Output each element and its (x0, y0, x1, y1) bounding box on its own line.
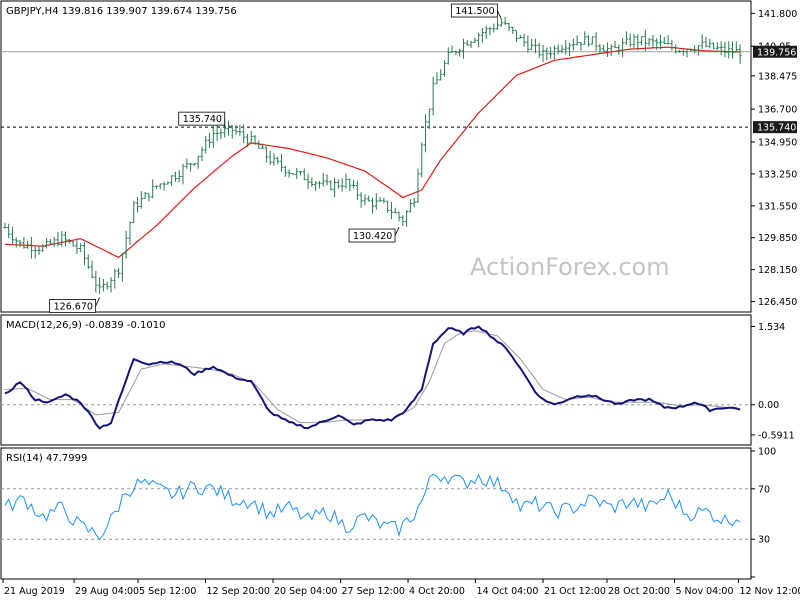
price-tick-label: 134.950 (758, 137, 797, 148)
rsi-tick-label: 70 (758, 484, 770, 495)
price-tick-label: 129.850 (758, 233, 797, 244)
price-tick-label: 133.250 (758, 169, 797, 180)
rsi-tick-label: 100 (758, 447, 776, 458)
macd-panel-label: MACD(12,26,9) -0.0839 -0.1010 (6, 320, 166, 331)
svg-text:135.740: 135.740 (183, 114, 222, 125)
rsi-tick-label: 30 (758, 535, 770, 546)
price-tick-label: 126.450 (758, 297, 797, 308)
price-annotation: 135.740 (178, 111, 226, 128)
x-tick-label: 21 Oct 12:00 (544, 586, 606, 597)
macd-tick-label: -0.5911 (758, 430, 795, 441)
x-tick-label: 20 Sep 04:00 (274, 586, 337, 597)
svg-text:139.756: 139.756 (757, 47, 796, 58)
svg-text:135.740: 135.740 (757, 123, 796, 134)
rsi-panel-label: RSI(14) 47.7999 (6, 453, 87, 464)
x-tick-label: 12 Sep 20:00 (207, 586, 270, 597)
svg-text:130.420: 130.420 (353, 231, 392, 242)
x-tick-label: 21 Aug 2019 (4, 586, 65, 597)
x-tick-label: 28 Oct 20:00 (608, 586, 670, 597)
macd-tick-label: 0.00 (758, 400, 779, 411)
x-tick-label: 12 Nov 12:00 (739, 586, 800, 597)
x-tick-label: 29 Aug 04:00 (75, 586, 139, 597)
price-tick-label: 131.550 (758, 201, 797, 212)
x-tick-label: 4 Oct 20:00 (409, 586, 465, 597)
price-panel-label: GBPJPY,H4 139.816 139.907 139.674 139.75… (6, 6, 237, 17)
x-tick-label: 27 Sep 12:00 (342, 586, 405, 597)
current-price-tag: 139.756 (753, 45, 797, 58)
price-annotation: 126.670 (49, 297, 101, 313)
svg-text:141.500: 141.500 (455, 6, 494, 17)
price-tick-label: 136.700 (758, 105, 797, 116)
x-tick-label: 5 Nov 04:00 (675, 586, 733, 597)
svg-text:126.670: 126.670 (54, 301, 93, 312)
macd-panel (0, 314, 752, 446)
watermark: ActionForex.com (470, 253, 670, 281)
forex-chart: ActionForex.com 141.800140.05138.475136.… (0, 0, 800, 597)
resistance-price-tag: 135.740 (753, 121, 797, 134)
rsi-panel (0, 447, 752, 580)
price-annotation: 130.420 (348, 226, 400, 243)
price-tick-label: 138.475 (758, 71, 797, 82)
macd-tick-label: 1.534 (758, 322, 785, 333)
x-tick-label: 14 Oct 04:00 (477, 586, 539, 597)
price-annotation: 141.500 (450, 3, 502, 20)
x-tick-label: 5 Sep 12:00 (139, 586, 196, 597)
price-tick-label: 128.150 (758, 265, 797, 276)
price-tick-label: 141.800 (758, 9, 797, 20)
